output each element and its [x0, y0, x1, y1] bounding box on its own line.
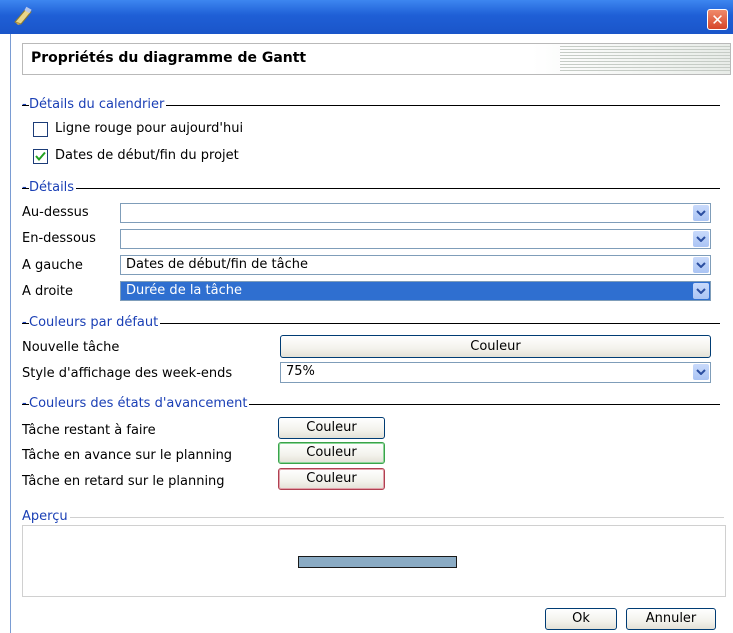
default-colors-section-title: Couleurs par défaut [29, 315, 161, 330]
remaining-task-color-button[interactable]: Couleur [278, 417, 385, 439]
right-select[interactable]: Durée de la tâche [120, 281, 711, 301]
ahead-task-label: Tâche en avance sur le planning [22, 448, 233, 463]
calendar-section-title: Détails du calendrier [29, 97, 167, 112]
cancel-button[interactable]: Annuler [626, 608, 716, 630]
header-decoration [560, 46, 730, 72]
below-select[interactable] [120, 229, 711, 249]
details-section-line [22, 188, 720, 189]
preview-section-title: Aperçu [22, 509, 70, 524]
chevron-down-icon[interactable] [693, 231, 709, 247]
project-dates-checkbox[interactable] [33, 149, 48, 164]
late-task-label: Tâche en retard sur le planning [22, 474, 225, 489]
right-label: A droite [22, 284, 73, 299]
app-icon [12, 6, 34, 26]
above-select[interactable] [120, 203, 711, 223]
remaining-task-label: Tâche restant à faire [22, 423, 156, 438]
chevron-down-icon[interactable] [693, 205, 709, 221]
preview-section-line [22, 517, 724, 518]
dialog-header: Propriétés du diagramme de Gantt [22, 43, 731, 75]
project-dates-label: Dates de début/fin du projet [55, 148, 239, 163]
ok-button[interactable]: Ok [545, 608, 617, 630]
weekend-style-select[interactable]: 75% [280, 362, 711, 383]
progress-colors-section-title: Couleurs des états d'avancement [29, 396, 250, 411]
above-label: Au-dessus [22, 205, 89, 220]
new-task-label: Nouvelle tâche [22, 340, 120, 355]
new-task-color-button[interactable]: Couleur [280, 335, 711, 358]
close-button[interactable]: ✕ [707, 9, 728, 30]
left-select[interactable]: Dates de début/fin de tâche [120, 255, 711, 275]
ahead-task-color-button[interactable]: Couleur [278, 442, 385, 464]
weekend-style-label: Style d'affichage des week-ends [22, 366, 233, 381]
chevron-down-icon[interactable] [693, 283, 709, 299]
today-line-checkbox[interactable] [33, 122, 48, 137]
dialog-title: Propriétés du diagramme de Gantt [31, 50, 307, 66]
window-titlebar[interactable]: ✕ [0, 0, 733, 34]
preview-task-bar [298, 556, 457, 568]
late-task-color-button[interactable]: Couleur [278, 468, 385, 490]
close-icon: ✕ [711, 11, 724, 29]
today-line-label: Ligne rouge pour aujourd'hui [55, 121, 244, 136]
details-section-title: Détails [29, 180, 77, 195]
chevron-down-icon[interactable] [693, 364, 709, 380]
chevron-down-icon[interactable] [693, 257, 709, 273]
checkmark-icon [35, 151, 46, 162]
left-label: A gauche [22, 258, 83, 273]
below-label: En-dessous [22, 231, 96, 246]
